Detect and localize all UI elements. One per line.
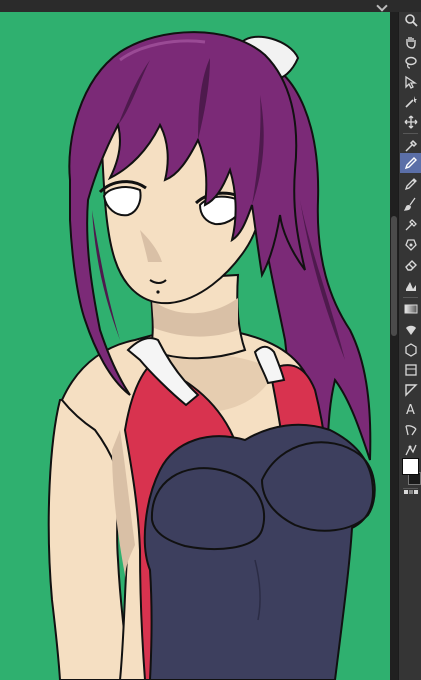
frame-icon[interactable] [400,340,421,360]
correct-line-icon[interactable] [400,440,421,460]
clip-studio-window: A [0,0,421,680]
chevron-down-icon[interactable] [376,0,388,12]
toolbar-divider [403,297,418,298]
scrollbar-thumb[interactable] [391,216,397,336]
shape-icon[interactable] [400,320,421,340]
ruler-icon[interactable] [400,360,421,380]
hand-icon[interactable] [400,32,421,52]
ruler-triangle-icon[interactable] [400,380,421,400]
text-icon[interactable]: A [400,400,421,420]
text-tool-glyph: A [406,402,415,418]
tool-palette: A [398,0,421,680]
vertical-scrollbar[interactable] [390,0,398,680]
gradient-icon[interactable] [400,299,421,319]
swimsuit-body [143,423,374,680]
magic-wand-icon[interactable] [400,92,421,112]
pen-icon[interactable] [400,153,421,173]
eraser-icon[interactable] [400,255,421,275]
object-select-icon[interactable] [400,72,421,92]
transparent-color-icon[interactable] [400,486,421,498]
fill-bucket-icon[interactable] [400,276,421,296]
canvas[interactable] [0,0,390,680]
toolbar-divider [403,133,418,134]
artwork [0,0,390,680]
top-bar [0,0,421,12]
brush-icon[interactable] [400,194,421,214]
airbrush-icon[interactable] [400,215,421,235]
mouth-dot [156,290,160,294]
search-icon[interactable] [400,10,421,30]
move-layer-icon[interactable] [400,112,421,132]
pencil-icon[interactable] [400,174,421,194]
lasso-icon[interactable] [400,52,421,72]
main-color-swatch[interactable] [402,458,419,475]
balloon-icon[interactable] [400,420,421,440]
blend-icon[interactable] [400,235,421,255]
